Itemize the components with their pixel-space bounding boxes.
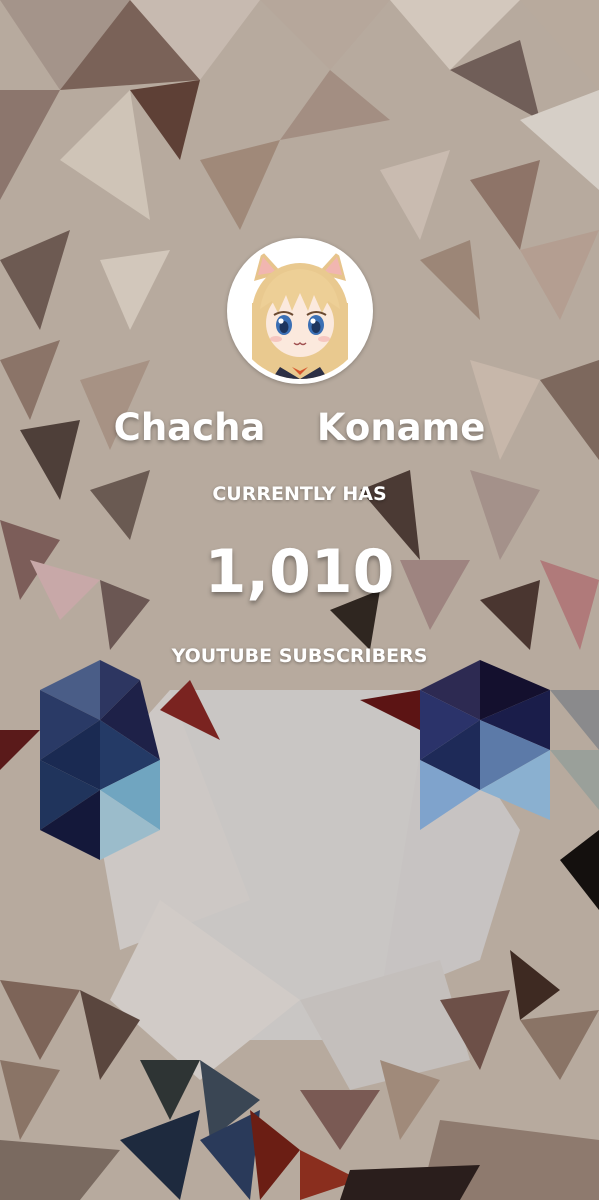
youtube-subscribers-label: YOUTUBE SUBSCRIBERS [171,645,428,667]
avatar [227,238,373,384]
subscriber-count: 1,010 [204,537,395,607]
subscriber-counter-screen: Chacha Koname CURRENTLY HAS 1,010 YOUTUB… [0,0,599,1200]
currently-has-label: CURRENTLY HAS [212,483,387,505]
channel-name: Chacha Koname [113,406,486,449]
anime-cat-ear-girl-avatar-icon [232,243,368,379]
